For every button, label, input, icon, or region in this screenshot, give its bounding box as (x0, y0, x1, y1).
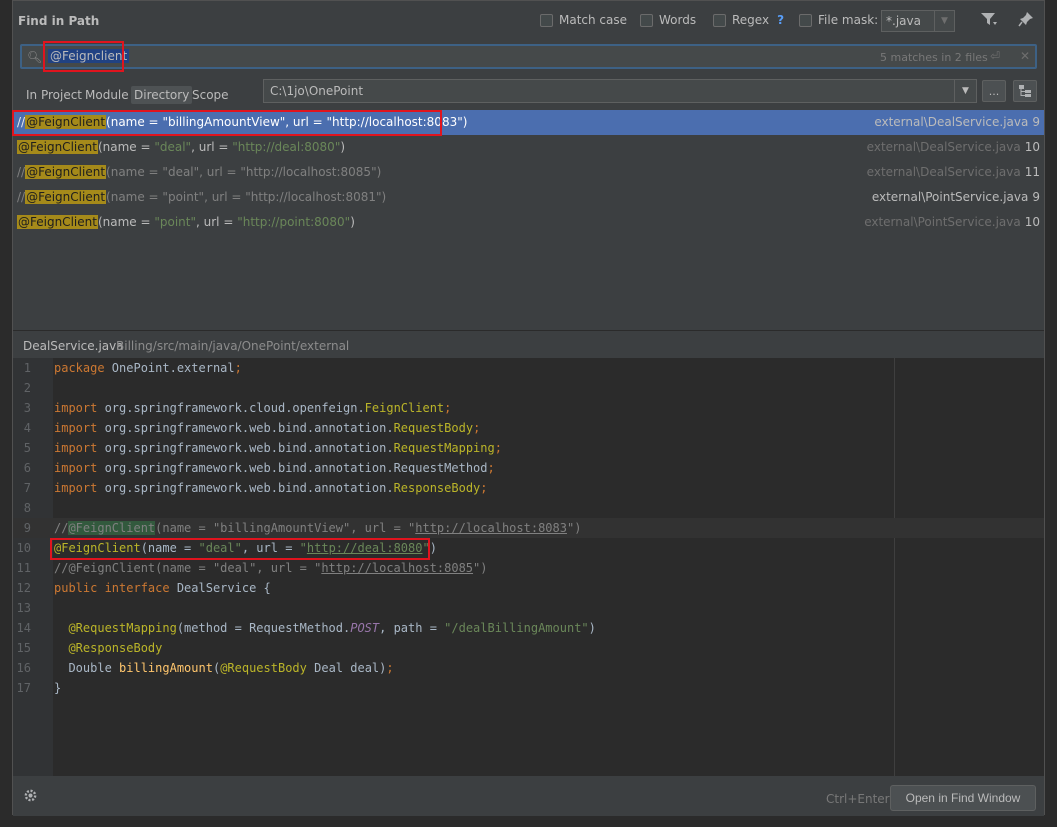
match-highlight: @FeignClient (17, 140, 98, 154)
result-file: external\PointService.java 10 (864, 215, 1040, 229)
words-checkbox[interactable] (640, 13, 653, 27)
file-mask-label: File mask: (818, 13, 879, 27)
results-list: //@FeignClient(name = "billingAmountView… (13, 110, 1044, 330)
background-editor-bottom (0, 815, 1057, 827)
code-line: 14 @RequestMapping(method = RequestMetho… (16, 621, 596, 635)
result-code: //@FeignClient(name = "point", url = "ht… (17, 190, 387, 204)
gear-icon[interactable] (23, 788, 38, 807)
result-line-number: 10 (1024, 215, 1040, 229)
code-line: 11//@FeignClient(name = "deal", url = "h… (16, 561, 488, 575)
result-row[interactable]: //@FeignClient(name = "deal", url = "htt… (13, 160, 1044, 185)
regex-checkbox[interactable] (713, 13, 726, 27)
code-line: 12 public interface DealService { (16, 581, 271, 595)
scope-row: In Project Module Directory Scope C:\1jo… (13, 79, 1044, 107)
browse-button[interactable]: ... (982, 80, 1006, 102)
find-in-path-dialog: Find in Path Match case Words Regex? Fil… (12, 0, 1045, 816)
module-tree-icon[interactable] (1013, 80, 1037, 102)
match-highlight: @FeignClient (17, 215, 98, 229)
open-in-find-window-button[interactable]: Open in Find Window (890, 785, 1036, 811)
dialog-footer: Ctrl+Enter Open in Find Window (13, 776, 1044, 816)
match-highlight: @FeignClient (25, 165, 107, 179)
code-line: 3 import org.springframework.cloud.openfe… (23, 401, 452, 415)
file-mask-value: *.java (886, 14, 921, 28)
tab-scope[interactable]: Scope (189, 86, 232, 104)
clear-icon[interactable]: ✕ (1020, 49, 1030, 63)
result-line-number: 10 (1024, 140, 1040, 154)
file-mask-select[interactable]: *.java ▼ (881, 10, 955, 32)
dialog-title: Find in Path (18, 14, 100, 28)
result-line-number: 11 (1024, 165, 1040, 179)
newline-icon[interactable]: ⏎ (990, 49, 1000, 63)
code-line: 4 import org.springframework.web.bind.ann… (23, 421, 481, 435)
filter-icon[interactable] (980, 11, 998, 31)
match-case-checkbox[interactable] (540, 13, 553, 27)
match-count: 5 matches in 2 files (880, 51, 988, 64)
annotation-box-result (12, 110, 442, 136)
directory-select[interactable]: C:\1jo\OnePoint ▼ (263, 79, 977, 103)
file-mask-checkbox[interactable] (799, 13, 812, 27)
code-line: 1 package OnePoint.external; (23, 361, 242, 375)
result-file: external\DealService.java 11 (866, 165, 1040, 179)
preview-header: DealService.java Billing/src/main/java/O… (13, 335, 1044, 357)
result-code: @FeignClient(name = "deal", url = "http:… (17, 140, 346, 154)
regex-option[interactable]: Regex? (713, 13, 784, 27)
file-mask-option[interactable]: File mask: (799, 13, 878, 27)
match-case-option[interactable]: Match case (540, 13, 627, 27)
shortcut-hint: Ctrl+Enter (826, 792, 890, 806)
code-line: 13 (16, 601, 31, 615)
annotation-box-search (43, 41, 124, 72)
preview-file-path: Billing/src/main/java/OnePoint/external (116, 339, 350, 353)
tab-module[interactable]: Module (82, 86, 132, 104)
result-file: external\DealService.java 10 (866, 140, 1040, 154)
pin-icon[interactable] (1018, 11, 1034, 31)
words-label: Words (659, 13, 697, 27)
code-line: 7 import org.springframework.web.bind.ann… (23, 481, 488, 495)
code-line: 17} (16, 681, 62, 695)
code-line: 2 (23, 381, 31, 395)
search-field[interactable]: 🔍︎ @Feignclient 5 matches in 2 files ⏎ ✕ (20, 44, 1037, 69)
result-line-number: 9 (1032, 115, 1040, 129)
result-row[interactable]: @FeignClient(name = "deal", url = "http:… (13, 135, 1044, 160)
background-editor-right (1045, 0, 1057, 827)
match-highlight: @FeignClient (25, 190, 107, 204)
chevron-down-icon[interactable]: ▼ (934, 11, 954, 31)
result-code: @FeignClient(name = "point", url = "http… (17, 215, 355, 229)
result-row[interactable]: @FeignClient(name = "point", url = "http… (13, 210, 1044, 235)
preview-file-name: DealService.java (23, 339, 124, 353)
words-option[interactable]: Words (640, 13, 696, 27)
result-file: external\PointService.java 9 (871, 190, 1040, 204)
annotation-box-code (50, 538, 430, 560)
search-icon[interactable]: 🔍︎ (27, 50, 42, 64)
result-row[interactable]: //@FeignClient(name = "point", url = "ht… (13, 185, 1044, 210)
regex-label: Regex (732, 13, 770, 27)
code-line: 5 import org.springframework.web.bind.ann… (23, 441, 502, 455)
directory-value: C:\1jo\OnePoint (270, 84, 364, 98)
chevron-down-icon[interactable]: ▼ (954, 80, 976, 102)
dialog-header: Find in Path Match case Words Regex? Fil… (13, 1, 1044, 41)
background-editor-strip (0, 0, 12, 827)
tab-in-project[interactable]: In Project (23, 86, 85, 104)
result-file: external\DealService.java 9 (874, 115, 1040, 129)
code-preview[interactable]: 1 package OnePoint.external; 2 3 import or… (13, 358, 1044, 776)
result-code: //@FeignClient(name = "deal", url = "htt… (17, 165, 382, 179)
code-line-current: 9//@FeignClient(name = "billingAmountVie… (13, 518, 1044, 538)
code-line: 6 import org.springframework.web.bind.ann… (23, 461, 495, 475)
regex-help-icon[interactable]: ? (777, 13, 784, 27)
tab-directory[interactable]: Directory (131, 86, 193, 104)
match-case-label: Match case (559, 13, 628, 27)
code-line: 16 Double billingAmount(@RequestBody Dea… (16, 661, 394, 675)
code-line: 15 @ResponseBody (16, 641, 163, 655)
code-line: 8 (23, 501, 31, 515)
divider (13, 330, 1044, 331)
result-line-number: 9 (1032, 190, 1040, 204)
